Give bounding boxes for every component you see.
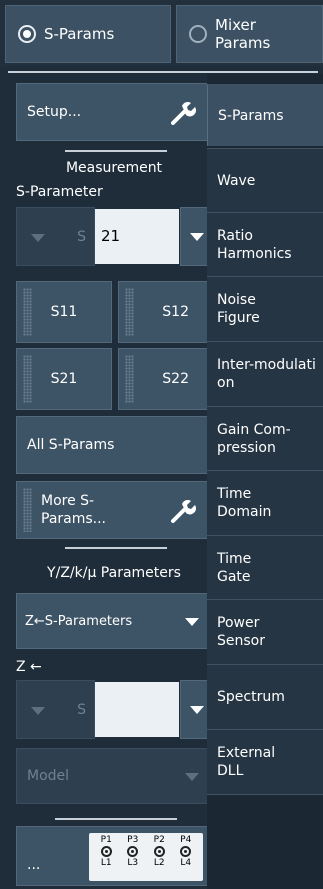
sparams-mode-label: S-Params [44, 25, 115, 43]
wrench-icon [171, 499, 197, 523]
tab-column-filler [207, 794, 323, 889]
port-top-label: P3 [127, 835, 139, 845]
drag-grip-icon [23, 288, 32, 336]
s-parameter-input[interactable]: 21 [95, 209, 179, 264]
measurement-heading: Measurement [65, 160, 163, 176]
tab-time-gate-label: Time Gate [217, 551, 252, 585]
drag-grip-icon [125, 288, 134, 336]
radio-unselected-icon [189, 25, 207, 43]
model-select-label: Model [27, 768, 70, 784]
z-parameter-input[interactable] [95, 682, 179, 737]
tab-time-domain-label: Time Domain [217, 486, 272, 520]
s22-button[interactable]: S22 [118, 348, 212, 410]
s-port-combo: S [16, 207, 95, 266]
tab-noise-figure-label: Noise Figure [217, 292, 260, 326]
conversion-select-value: Z←S-Parameters [25, 613, 133, 629]
tab-s-params-label: S-Params [218, 107, 284, 124]
top-divider [8, 71, 318, 73]
tab-noise-figure[interactable]: Noise Figure [207, 276, 323, 341]
tab-spectrum[interactable]: Spectrum [207, 664, 323, 729]
tab-gain-compression-label: Gain Com-pression [217, 421, 291, 456]
more-sparams-button[interactable]: More S-Params... [16, 481, 212, 539]
port-connector-icon [153, 846, 165, 857]
dropdown-arrow-icon [189, 232, 204, 241]
measurement-divider [65, 150, 167, 152]
s-parameter-value: 21 [101, 227, 121, 245]
port-top-label: P2 [153, 835, 165, 845]
setup-button[interactable]: Setup... [16, 83, 212, 141]
port-bottom-label: L2 [153, 858, 165, 868]
wrench-icon [171, 101, 197, 125]
model-select: Model [16, 748, 212, 804]
tab-power-sensor-label: Power Sensor [217, 615, 265, 649]
dropdown-arrow-icon [31, 234, 45, 242]
port-connector-icon [100, 846, 112, 857]
all-sparams-label: All S-Params [27, 437, 115, 453]
s21-button[interactable]: S21 [16, 348, 112, 410]
port-config-ellipsis: ... [27, 857, 41, 873]
drag-grip-icon [23, 355, 32, 403]
sparameter-heading: S-Parameter [16, 184, 103, 200]
tab-gain-compression[interactable]: Gain Com-pression [207, 406, 323, 470]
tab-external-dll[interactable]: External DLL [207, 729, 323, 794]
dropdown-arrow-icon [31, 707, 45, 715]
tab-wave-label: Wave [217, 172, 256, 189]
dropdown-arrow-icon [189, 705, 204, 714]
s12-button[interactable]: S12 [118, 281, 212, 343]
dropdown-arrow-icon [185, 618, 199, 626]
port-top-label: P4 [180, 835, 192, 845]
tab-wave[interactable]: Wave [207, 148, 323, 212]
s22-label: S22 [162, 371, 189, 387]
s21-label: S21 [50, 371, 78, 387]
port-bottom-label: L3 [127, 858, 139, 868]
z-label: Z ← [16, 659, 42, 675]
yzk-divider [65, 547, 167, 549]
port-top-label: P1 [100, 835, 112, 845]
s12-label: S12 [162, 304, 189, 320]
port-connector-icon [127, 846, 139, 857]
port-bottom-label: L1 [100, 858, 112, 868]
tab-ratio-harmonics-label: Ratio Harmonics [217, 227, 292, 262]
sparams-mode-radio[interactable]: S-Params [5, 5, 171, 63]
mixer-params-mode-radio[interactable]: Mixer Params [176, 5, 323, 63]
s-prefix: S [77, 228, 86, 245]
conversion-select[interactable]: Z←S-Parameters [16, 593, 212, 649]
mixer-params-mode-label: Mixer Params [215, 16, 271, 52]
tab-ratio-harmonics[interactable]: Ratio Harmonics [207, 212, 323, 276]
tab-power-sensor[interactable]: Power Sensor [207, 599, 323, 664]
ports-divider [55, 818, 177, 820]
more-sparams-label: More S-Params... [41, 493, 107, 527]
z-s-prefix: S [77, 701, 86, 718]
s11-button[interactable]: S11 [16, 281, 112, 343]
port-connector-icon [180, 846, 192, 857]
port-config-button[interactable]: ... P1 P3 P2 P4 L1 L3 L2 L4 [16, 826, 212, 886]
dropdown-arrow-icon [185, 773, 199, 781]
tab-intermodulation[interactable]: Inter-modulation [207, 341, 323, 406]
drag-grip-icon [23, 488, 32, 532]
port-bottom-label: L4 [180, 858, 192, 868]
setup-button-label: Setup... [27, 104, 82, 120]
tab-s-params[interactable]: S-Params [207, 84, 323, 146]
tab-time-domain[interactable]: Time Domain [207, 470, 323, 535]
all-sparams-button[interactable]: All S-Params [16, 416, 212, 474]
s11-label: S11 [50, 304, 78, 320]
tab-time-gate[interactable]: Time Gate [207, 535, 323, 599]
tab-external-dll-label: External DLL [217, 745, 276, 779]
tab-spectrum-label: Spectrum [217, 689, 285, 705]
drag-grip-icon [125, 355, 134, 403]
port-connector-panel: P1 P3 P2 P4 L1 L3 L2 L4 [89, 833, 203, 881]
z-port-combo: S [16, 680, 95, 739]
tab-intermodulation-label: Inter-modulation [217, 357, 316, 391]
radio-selected-icon [18, 25, 36, 43]
yzk-heading: Y/Z/k/μ Parameters [47, 565, 181, 581]
